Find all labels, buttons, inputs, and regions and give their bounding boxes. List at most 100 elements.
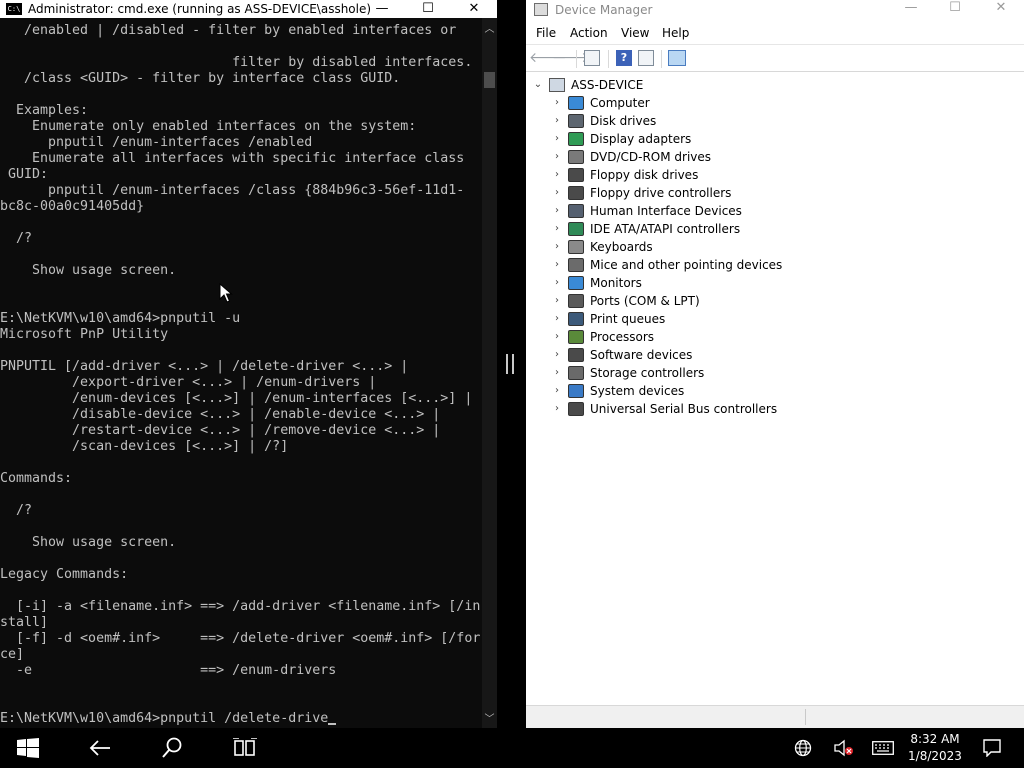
window-splitter[interactable]	[497, 0, 526, 728]
forward-arrow-icon[interactable]: 🡒	[552, 50, 590, 66]
clock-time[interactable]: 8:32 AM	[906, 731, 964, 747]
dm-title-bar[interactable]: Device Manager — ☐ ✕	[526, 0, 1024, 22]
device-category-label: Monitors	[590, 276, 642, 290]
cmd-output-line: -e ==> /enum-drivers	[0, 663, 337, 678]
cmd-prompt-line[interactable]: E:\NetKVM\w10\amd64>pnputil /delete-driv…	[0, 711, 328, 726]
menu-help[interactable]: Help	[662, 25, 689, 41]
keyboard-icon	[568, 240, 584, 254]
touch-keyboard-icon[interactable]	[872, 741, 894, 755]
device-category-item[interactable]: › Ports (COM & LPT)	[526, 292, 1024, 310]
scroll-up-arrow-icon[interactable]: ︿	[482, 22, 497, 38]
storage-controller-icon	[568, 366, 584, 380]
device-category-item[interactable]: › Storage controllers	[526, 364, 1024, 382]
disk-drive-icon	[568, 114, 584, 128]
cmd-output-line: Enumerate only enabled interfaces on the…	[0, 119, 417, 134]
properties-pane-icon[interactable]	[638, 50, 654, 66]
cmd-window[interactable]: C:\ Administrator: cmd.exe (running as A…	[0, 0, 497, 728]
back-icon[interactable]	[89, 739, 111, 757]
device-category-item[interactable]: › Mice and other pointing devices	[526, 256, 1024, 274]
help-icon[interactable]: ?	[616, 50, 632, 66]
windows-start-icon[interactable]	[17, 738, 39, 758]
dm-minimize-button[interactable]: —	[888, 0, 934, 22]
device-category-item[interactable]: › System devices	[526, 382, 1024, 400]
network-globe-icon[interactable]	[794, 739, 812, 757]
device-category-item[interactable]: › Monitors	[526, 274, 1024, 292]
toolbar-separator	[661, 50, 662, 68]
back-arrow-icon[interactable]: 🡐	[529, 50, 567, 66]
printer-icon	[568, 312, 584, 326]
menu-view[interactable]: View	[621, 25, 649, 41]
action-center-icon[interactable]	[983, 739, 1001, 757]
device-category-item[interactable]: › Human Interface Devices	[526, 202, 1024, 220]
device-category-label: Processors	[590, 330, 655, 344]
chevron-right-icon[interactable]: ›	[551, 256, 563, 274]
chevron-right-icon[interactable]: ›	[551, 148, 563, 166]
cmd-maximize-button[interactable]: ☐	[405, 0, 451, 18]
device-category-item[interactable]: › DVD/CD-ROM drives	[526, 148, 1024, 166]
dm-close-button[interactable]: ✕	[978, 0, 1024, 22]
chevron-right-icon[interactable]: ›	[551, 400, 563, 418]
cmd-title-bar[interactable]: C:\ Administrator: cmd.exe (running as A…	[0, 0, 497, 18]
chevron-right-icon[interactable]: ›	[551, 364, 563, 382]
device-category-item[interactable]: › Print queues	[526, 310, 1024, 328]
cmd-scrollbar[interactable]: ︿ ﹀	[482, 18, 497, 728]
cmd-output[interactable]: /enabled | /disabled - filter by enabled…	[0, 23, 482, 728]
chevron-right-icon[interactable]: ›	[551, 166, 563, 184]
device-manager-window[interactable]: Device Manager — ☐ ✕ File Action View He…	[526, 0, 1024, 728]
device-category-item[interactable]: › Processors	[526, 328, 1024, 346]
device-tree[interactable]: ⌄ ASS-DEVICE › Computer › Disk drives › Displ…	[526, 73, 1024, 703]
device-category-label: Software devices	[590, 348, 693, 362]
device-category-item[interactable]: › Floppy disk drives	[526, 166, 1024, 184]
cmd-close-button[interactable]: ✕	[451, 0, 497, 18]
device-category-item[interactable]: › Keyboards	[526, 238, 1024, 256]
menu-action[interactable]: Action	[570, 25, 608, 41]
chevron-right-icon[interactable]: ›	[551, 184, 563, 202]
chevron-right-icon[interactable]: ›	[551, 346, 563, 364]
chevron-right-icon[interactable]: ›	[551, 382, 563, 400]
chevron-right-icon[interactable]: ›	[551, 94, 563, 112]
device-category-item[interactable]: › Universal Serial Bus controllers	[526, 400, 1024, 418]
tree-root-node[interactable]: ⌄ ASS-DEVICE	[526, 76, 1024, 94]
chevron-right-icon[interactable]: ›	[551, 112, 563, 130]
chevron-right-icon[interactable]: ›	[551, 130, 563, 148]
scrollbar-thumb[interactable]	[484, 72, 495, 88]
cmd-minimize-button[interactable]: —	[359, 0, 405, 18]
hid-icon	[568, 204, 584, 218]
chevron-right-icon[interactable]: ›	[551, 238, 563, 256]
computer-icon	[568, 96, 584, 110]
device-category-item[interactable]: › IDE ATA/ATAPI controllers	[526, 220, 1024, 238]
chevron-right-icon[interactable]: ›	[551, 220, 563, 238]
cmd-output-line: Legacy Commands:	[0, 567, 129, 582]
scroll-down-arrow-icon[interactable]: ﹀	[482, 712, 497, 728]
chevron-right-icon[interactable]: ›	[551, 202, 563, 220]
task-view-icon[interactable]	[233, 738, 257, 758]
chevron-down-icon[interactable]: ⌄	[532, 76, 544, 94]
device-category-label: Computer	[590, 96, 650, 110]
chevron-right-icon[interactable]: ›	[551, 274, 563, 292]
cmd-output-line: /?	[0, 503, 33, 518]
chevron-right-icon[interactable]: ›	[551, 328, 563, 346]
device-category-label: Print queues	[590, 312, 666, 326]
volume-muted-icon[interactable]	[834, 739, 854, 757]
device-category-item[interactable]: › Software devices	[526, 346, 1024, 364]
status-divider	[805, 709, 806, 725]
device-category-item[interactable]: › Disk drives	[526, 112, 1024, 130]
clock-date[interactable]: 1/8/2023	[906, 748, 964, 764]
splitter-grip-icon[interactable]	[506, 354, 514, 374]
taskbar: 8:32 AM 1/8/2023	[0, 728, 1024, 768]
device-category-item[interactable]: › Floppy drive controllers	[526, 184, 1024, 202]
cmd-output-line: Microsoft PnP Utility	[0, 327, 169, 342]
search-icon[interactable]	[161, 737, 183, 759]
scan-hardware-changes-icon[interactable]	[668, 50, 686, 66]
dm-maximize-button[interactable]: ☐	[932, 0, 978, 22]
menu-file[interactable]: File	[536, 25, 556, 41]
chevron-right-icon[interactable]: ›	[551, 292, 563, 310]
show-hide-console-tree-icon[interactable]	[584, 50, 600, 66]
chevron-right-icon[interactable]: ›	[551, 310, 563, 328]
software-device-icon	[568, 348, 584, 362]
processor-icon	[568, 330, 584, 344]
device-category-item[interactable]: › Computer	[526, 94, 1024, 112]
cmd-output-line: stall]	[0, 615, 49, 630]
cmd-output-line: /scan-devices [<...>] | /?]	[0, 439, 289, 454]
device-category-item[interactable]: › Display adapters	[526, 130, 1024, 148]
